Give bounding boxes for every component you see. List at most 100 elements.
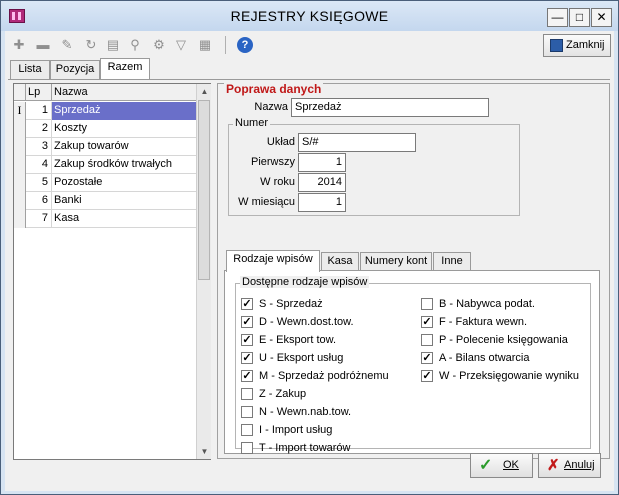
row-indicator bbox=[14, 138, 26, 156]
edit-icon[interactable]: ✎ bbox=[59, 37, 75, 53]
row-lp: 1 bbox=[26, 102, 52, 120]
tab-numery-kont[interactable]: Numery kont bbox=[360, 252, 432, 271]
registry-grid: Lp Nazwa I 1 Sprzedaż 2 Koszty 3 Zakup towarów… bbox=[13, 83, 211, 460]
row-name: Sprzedaż bbox=[52, 102, 196, 120]
table-row[interactable]: 3 Zakup towarów bbox=[14, 138, 196, 156]
row-lp: 5 bbox=[26, 174, 52, 192]
toolbar-separator bbox=[225, 36, 226, 54]
app-window: REJESTRY KSIĘGOWE — □ ✕ ✚ ▬ ✎ ↻ ▤ ⚲ ⚙ ▽ … bbox=[0, 0, 619, 495]
close-window-button[interactable]: ✕ bbox=[591, 8, 612, 27]
checkbox[interactable]: ✓ bbox=[421, 370, 433, 382]
section-title: Poprawa danych bbox=[224, 82, 324, 96]
entry-type-label: F - Faktura wewn. bbox=[439, 316, 528, 328]
table-row[interactable]: 4 Zakup środków trwałych bbox=[14, 156, 196, 174]
checkbox[interactable] bbox=[241, 388, 253, 400]
rodzaje-wpisow-panel: Dostępne rodzaje wpisów ✓ S - Sprzedaż ✓ D … bbox=[224, 270, 600, 454]
row-name: Kasa bbox=[54, 212, 80, 224]
row-name: Koszty bbox=[54, 122, 88, 134]
client-area: ✚ ▬ ✎ ↻ ▤ ⚲ ⚙ ▽ ▦ ? Zamknij Lista Pozycj… bbox=[5, 31, 614, 491]
ok-button[interactable]: ✓ OK bbox=[470, 453, 533, 478]
find-icon[interactable]: ⚲ bbox=[127, 37, 143, 53]
entry-type-label: B - Nabywca podat. bbox=[439, 298, 535, 310]
scroll-thumb[interactable] bbox=[198, 100, 210, 280]
entry-type-label: I - Import usług bbox=[259, 424, 333, 436]
checkbox[interactable]: ✓ bbox=[241, 298, 253, 310]
scroll-down-arrow-icon[interactable]: ▼ bbox=[197, 444, 212, 459]
entry-type-label: E - Eksport tow. bbox=[259, 334, 337, 346]
entry-type-label: P - Polecenie księgowania bbox=[439, 334, 568, 346]
column-header-lp[interactable]: Lp bbox=[26, 84, 52, 101]
tab-pozycja[interactable]: Pozycja bbox=[50, 60, 100, 79]
row-indicator-header bbox=[14, 84, 26, 101]
cancel-x-icon: ✗ bbox=[547, 457, 560, 474]
uklad-field[interactable]: S/# bbox=[298, 133, 416, 152]
table-row[interactable]: 2 Koszty bbox=[14, 120, 196, 138]
checkbox[interactable]: ✓ bbox=[241, 370, 253, 382]
help-icon[interactable]: ? bbox=[237, 37, 253, 53]
entry-type-label: W - Przeksięgowanie wyniku bbox=[439, 370, 579, 382]
entry-type-label: D - Wewn.dost.tow. bbox=[259, 316, 354, 328]
row-name: Pozostałe bbox=[54, 176, 103, 188]
cancel-button[interactable]: ✗ Anuluj bbox=[538, 453, 601, 478]
tab-lista[interactable]: Lista bbox=[10, 60, 50, 79]
w-roku-field[interactable]: 2014 bbox=[298, 173, 346, 192]
title-bar[interactable]: REJESTRY KSIĘGOWE — □ ✕ bbox=[1, 1, 618, 31]
window-title: REJESTRY KSIĘGOWE bbox=[230, 8, 389, 24]
row-indicator bbox=[14, 174, 26, 192]
name-field[interactable]: Sprzedaż bbox=[291, 98, 489, 117]
checkmark-icon: ✓ bbox=[479, 457, 493, 474]
door-icon bbox=[550, 39, 563, 52]
entry-type-label: N - Wewn.nab.tow. bbox=[259, 406, 352, 418]
entry-type-label: M - Sprzedaż podróżnemu bbox=[259, 370, 389, 382]
minimize-button[interactable]: — bbox=[547, 8, 568, 27]
entry-type-label: S - Sprzedaż bbox=[259, 298, 323, 310]
list-icon[interactable]: ▦ bbox=[197, 37, 213, 53]
table-row[interactable]: I 1 Sprzedaż bbox=[14, 102, 196, 120]
table-row[interactable]: 5 Pozostałe bbox=[14, 174, 196, 192]
table-row[interactable]: 7 Kasa bbox=[14, 210, 196, 228]
entry-type-label: A - Bilans otwarcia bbox=[439, 352, 530, 364]
pierwszy-field[interactable]: 1 bbox=[298, 153, 346, 172]
row-name: Zakup towarów bbox=[54, 140, 129, 152]
print-icon[interactable]: ▤ bbox=[105, 37, 121, 53]
scroll-up-arrow-icon[interactable]: ▲ bbox=[197, 84, 212, 99]
checkbox[interactable] bbox=[421, 334, 433, 346]
refresh-icon[interactable]: ↻ bbox=[83, 37, 99, 53]
ok-button-label: OK bbox=[503, 459, 519, 471]
w-roku-label: W roku bbox=[260, 176, 295, 188]
tools-icon[interactable]: ⚙ bbox=[151, 37, 167, 53]
checkbox[interactable] bbox=[421, 298, 433, 310]
tab-inne[interactable]: Inne bbox=[433, 252, 471, 271]
checkbox[interactable] bbox=[241, 424, 253, 436]
checkbox[interactable]: ✓ bbox=[241, 334, 253, 346]
row-indicator bbox=[14, 156, 26, 174]
pierwszy-label: Pierwszy bbox=[250, 156, 295, 168]
checkbox[interactable]: ✓ bbox=[421, 316, 433, 328]
checkbox[interactable]: ✓ bbox=[241, 352, 253, 364]
table-row[interactable]: 6 Banki bbox=[14, 192, 196, 210]
entry-types-title: Dostępne rodzaje wpisów bbox=[240, 276, 370, 288]
row-indicator bbox=[14, 192, 26, 210]
grid-header: Lp Nazwa bbox=[14, 84, 196, 101]
checkbox[interactable]: ✓ bbox=[241, 316, 253, 328]
row-indicator bbox=[14, 210, 26, 228]
checkbox[interactable]: ✓ bbox=[421, 352, 433, 364]
tab-rodzaje-wpisow[interactable]: Rodzaje wpisów bbox=[226, 250, 320, 272]
tab-kasa[interactable]: Kasa bbox=[321, 252, 359, 271]
delete-icon[interactable]: ▬ bbox=[35, 37, 51, 53]
column-header-nazwa[interactable]: Nazwa bbox=[52, 84, 196, 101]
checkbox[interactable] bbox=[241, 442, 253, 454]
filter-icon[interactable]: ▽ bbox=[173, 37, 189, 53]
entry-type-label: U - Eksport usług bbox=[259, 352, 344, 364]
entry-type-label: Z - Zakup bbox=[259, 388, 307, 400]
row-lp: 7 bbox=[26, 210, 52, 228]
add-icon[interactable]: ✚ bbox=[11, 37, 27, 53]
row-name: Banki bbox=[54, 194, 82, 206]
w-miesiacu-field[interactable]: 1 bbox=[298, 193, 346, 212]
w-miesiacu-label: W miesiącu bbox=[238, 196, 295, 208]
checkbox[interactable] bbox=[241, 406, 253, 418]
maximize-button[interactable]: □ bbox=[569, 8, 590, 27]
tab-razem[interactable]: Razem bbox=[100, 58, 150, 79]
close-button[interactable]: Zamknij bbox=[543, 34, 611, 57]
grid-scrollbar[interactable]: ▲ ▼ bbox=[196, 84, 211, 459]
